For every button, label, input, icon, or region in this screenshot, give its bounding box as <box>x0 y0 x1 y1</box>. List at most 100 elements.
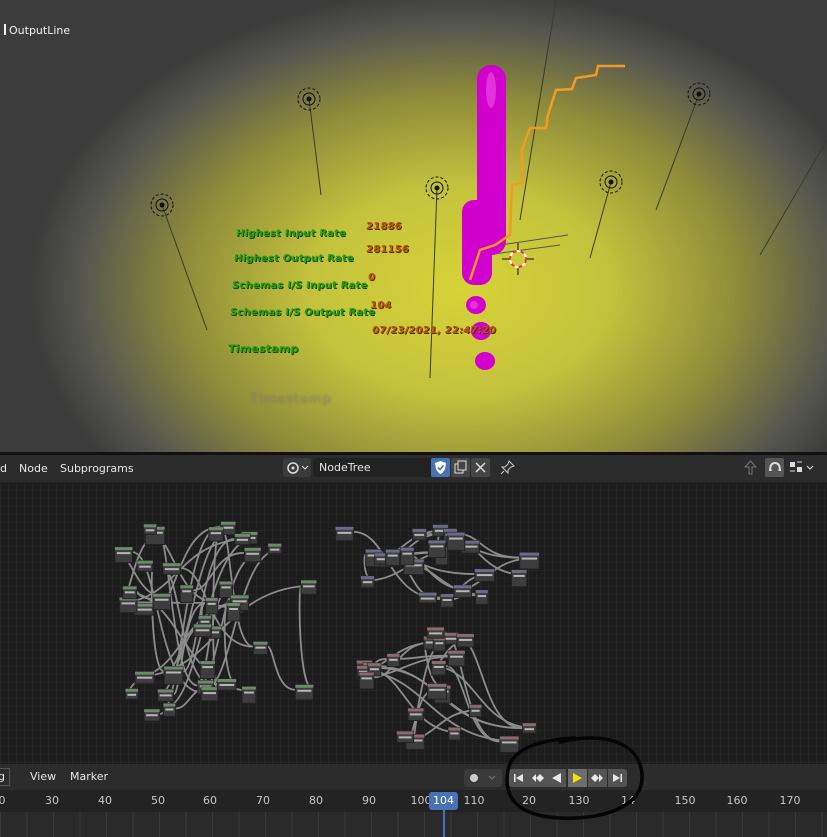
graph-node <box>162 703 176 717</box>
graph-node <box>208 526 224 542</box>
node-link <box>150 564 165 673</box>
magenta-bar <box>462 65 506 370</box>
graph-node <box>426 683 448 700</box>
label-highest-input: Highest Input Rate <box>235 228 347 239</box>
label-timestamp: Timestamp <box>227 342 300 355</box>
playhead[interactable] <box>443 808 445 837</box>
graph-node <box>200 686 219 702</box>
value-highest-output: 281156 <box>365 244 410 255</box>
fake-user-shield-icon[interactable] <box>431 458 450 477</box>
play-button[interactable] <box>568 769 587 787</box>
label-schemas-input: Schemas I/S Input Rate <box>231 280 369 291</box>
ghost-text: Timestamp <box>250 392 332 407</box>
node-link <box>267 645 296 691</box>
graph-node <box>374 552 388 565</box>
graph-node <box>226 602 241 622</box>
ruler-tick: 80 <box>309 794 323 807</box>
value-schemas-output: 104 <box>369 300 393 311</box>
graph-node <box>411 528 427 541</box>
playback-dropdown[interactable]: g <box>0 768 10 786</box>
node-tree-selector[interactable] <box>283 458 311 477</box>
ruler-tick: 0 <box>0 794 6 807</box>
light-icon <box>599 170 623 194</box>
graph-node <box>114 546 134 564</box>
graph-node <box>453 584 473 598</box>
graph-node <box>241 686 257 704</box>
menu-view[interactable]: View <box>30 770 56 783</box>
graph-node <box>385 549 401 566</box>
node-graph <box>114 521 540 753</box>
graph-node <box>426 626 445 639</box>
graph-node <box>407 707 425 721</box>
graph-node <box>447 727 461 741</box>
graph-node <box>152 593 172 611</box>
graph-node <box>294 684 314 701</box>
graph-node <box>205 597 219 615</box>
ruler-tick: 60 <box>203 794 217 807</box>
pin-icon[interactable] <box>498 458 517 477</box>
graph-node <box>474 568 496 582</box>
light-icon <box>150 193 174 217</box>
graph-node <box>456 633 475 648</box>
menu-marker[interactable]: Marker <box>70 770 108 783</box>
timeline-ruler[interactable]: 0 30 40 50 60 70 80 90 100 110 20 130 14… <box>0 790 827 812</box>
graph-node <box>243 547 262 563</box>
graph-node <box>522 722 537 734</box>
jump-end-button[interactable] <box>608 769 627 787</box>
ruler-tick: 70 <box>256 794 270 807</box>
ruler-tick: 50 <box>151 794 165 807</box>
graph-node <box>469 704 483 718</box>
overlay-icon[interactable] <box>787 458 817 477</box>
graph-node <box>163 665 184 685</box>
jump-start-button[interactable] <box>509 769 528 787</box>
auto-keying-toggle[interactable] <box>464 769 502 787</box>
node-tree-name-field[interactable]: NodeTree <box>313 458 431 477</box>
ruler-tick: 14 <box>621 794 635 807</box>
ruler-tick: 110 <box>463 794 485 807</box>
graph-node <box>432 636 446 652</box>
close-icon[interactable] <box>471 458 490 477</box>
ruler-tick: 30 <box>45 794 59 807</box>
graph-node <box>427 539 446 558</box>
next-keyframe-button[interactable] <box>588 769 607 787</box>
node-tree-icon <box>287 462 309 474</box>
graph-node <box>335 526 354 541</box>
menu-node[interactable]: Node <box>19 462 48 475</box>
graph-node <box>396 730 415 744</box>
node-link <box>298 584 314 691</box>
prev-keyframe-button[interactable] <box>528 769 547 787</box>
graph-node <box>216 678 237 691</box>
ruler-tick: 90 <box>362 794 376 807</box>
graph-node <box>519 552 540 570</box>
parent-tree-icon[interactable] <box>741 458 760 477</box>
node-editor-canvas[interactable] <box>0 482 827 764</box>
graph-node <box>267 543 282 555</box>
value-highest-input: 21886 <box>365 221 403 232</box>
graph-node <box>252 641 269 656</box>
graph-node <box>511 569 528 588</box>
graph-node <box>134 671 155 685</box>
graph-node <box>143 708 161 722</box>
graph-node <box>440 593 455 608</box>
timeline-body[interactable] <box>0 812 827 837</box>
graph-node <box>499 735 520 753</box>
menu-subprograms[interactable]: Subprograms <box>60 462 134 475</box>
node-editor-header: d Node Subprograms NodeTree <box>0 455 827 483</box>
graph-node <box>446 532 466 551</box>
menu-add[interactable]: d <box>0 462 7 475</box>
light-icon <box>297 87 321 111</box>
ruler-tick: 20 <box>522 794 536 807</box>
ruler-tick: 170 <box>779 794 801 807</box>
snap-icon[interactable] <box>765 458 784 477</box>
label-highest-output: Highest Output Rate <box>233 253 355 264</box>
viewport-scene <box>150 0 827 379</box>
graph-node <box>124 688 139 700</box>
graph-node <box>360 575 375 589</box>
graph-node <box>193 623 212 638</box>
3d-viewport[interactable]: OutputLine Timestamp Highest Input Rate … <box>0 0 827 452</box>
graph-node <box>122 585 138 600</box>
play-reverse-button[interactable] <box>547 769 566 787</box>
duplicate-icon[interactable] <box>451 458 470 477</box>
3d-cursor-icon <box>502 243 534 275</box>
graph-node <box>157 688 174 702</box>
